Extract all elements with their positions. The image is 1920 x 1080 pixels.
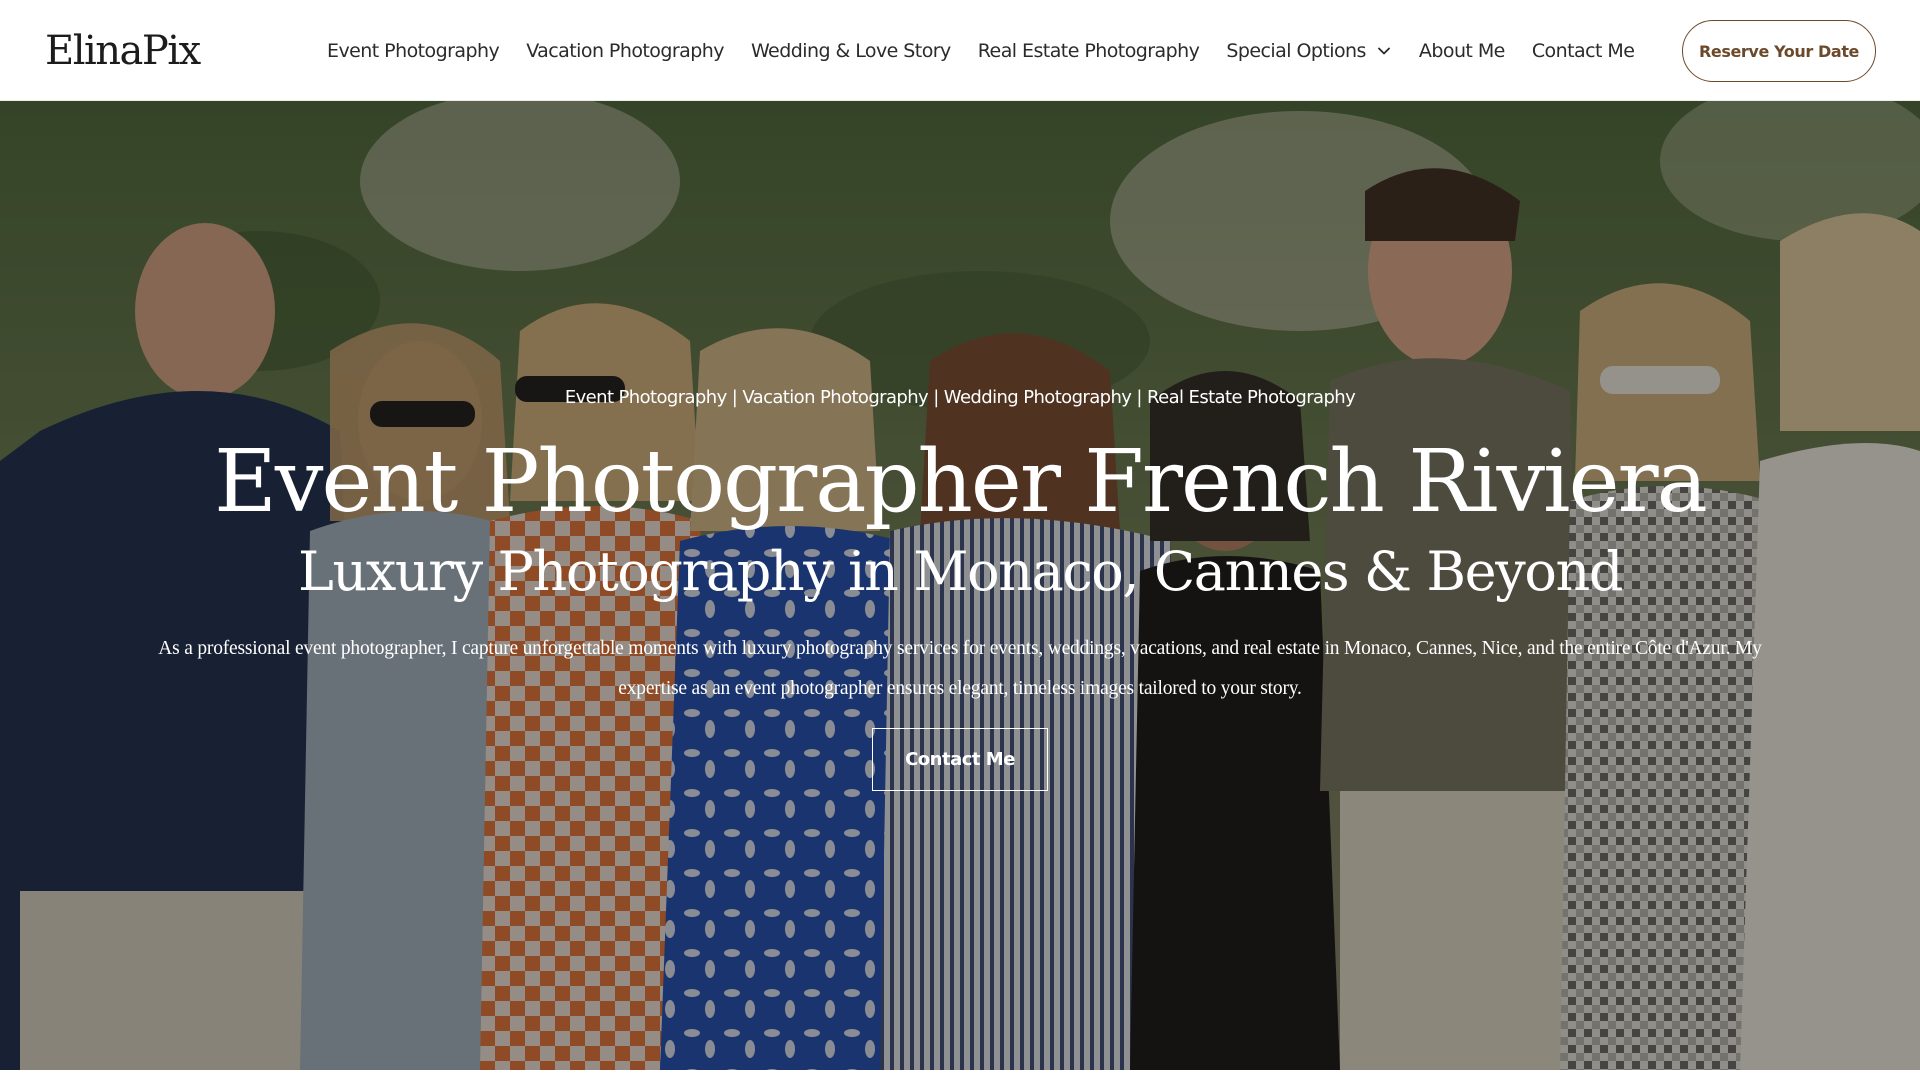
nav-item-label: Contact Me	[1531, 39, 1635, 62]
chevron-down-icon	[1376, 43, 1392, 59]
nav-item-label: Special Options	[1226, 39, 1366, 62]
hero-content: Event Photography | Vacation Photography…	[0, 101, 1920, 1070]
hero-title: Event Photographer French Riviera	[214, 432, 1708, 532]
nav-item-label: Vacation Photography	[526, 39, 724, 62]
nav-item-vacation-photography[interactable]: Vacation Photography	[526, 40, 724, 62]
nav-item-special-options[interactable]: Special Options	[1226, 40, 1392, 62]
nav-item-label: Real Estate Photography	[977, 39, 1200, 62]
nav-item-label: About Me	[1418, 39, 1505, 62]
nav-item-real-estate-photography[interactable]: Real Estate Photography	[978, 40, 1200, 62]
nav-item-label: Wedding & Love Story	[750, 39, 951, 62]
site-logo[interactable]: ElinaPix	[45, 24, 201, 78]
hero-services-line: Event Photography | Vacation Photography…	[564, 387, 1356, 408]
main-nav: Event Photography Vacation Photography W…	[327, 0, 1635, 101]
nav-item-label: Event Photography	[327, 39, 500, 62]
nav-item-contact-me[interactable]: Contact Me	[1532, 40, 1635, 62]
reserve-your-date-button[interactable]: Reserve Your Date	[1682, 20, 1876, 82]
nav-item-event-photography[interactable]: Event Photography	[327, 39, 500, 62]
site-header: ElinaPix Event Photography Vacation Phot…	[0, 0, 1920, 101]
hero-section: Event Photography | Vacation Photography…	[0, 101, 1920, 1070]
hero-contact-button[interactable]: Contact Me	[872, 728, 1048, 791]
hero-subtitle: Luxury Photography in Monaco, Cannes & B…	[298, 540, 1623, 603]
hero-description: As a professional event photographer, I …	[158, 638, 1762, 699]
nav-item-wedding-love-story[interactable]: Wedding & Love Story	[751, 40, 951, 62]
nav-item-about-me[interactable]: About Me	[1419, 40, 1505, 62]
